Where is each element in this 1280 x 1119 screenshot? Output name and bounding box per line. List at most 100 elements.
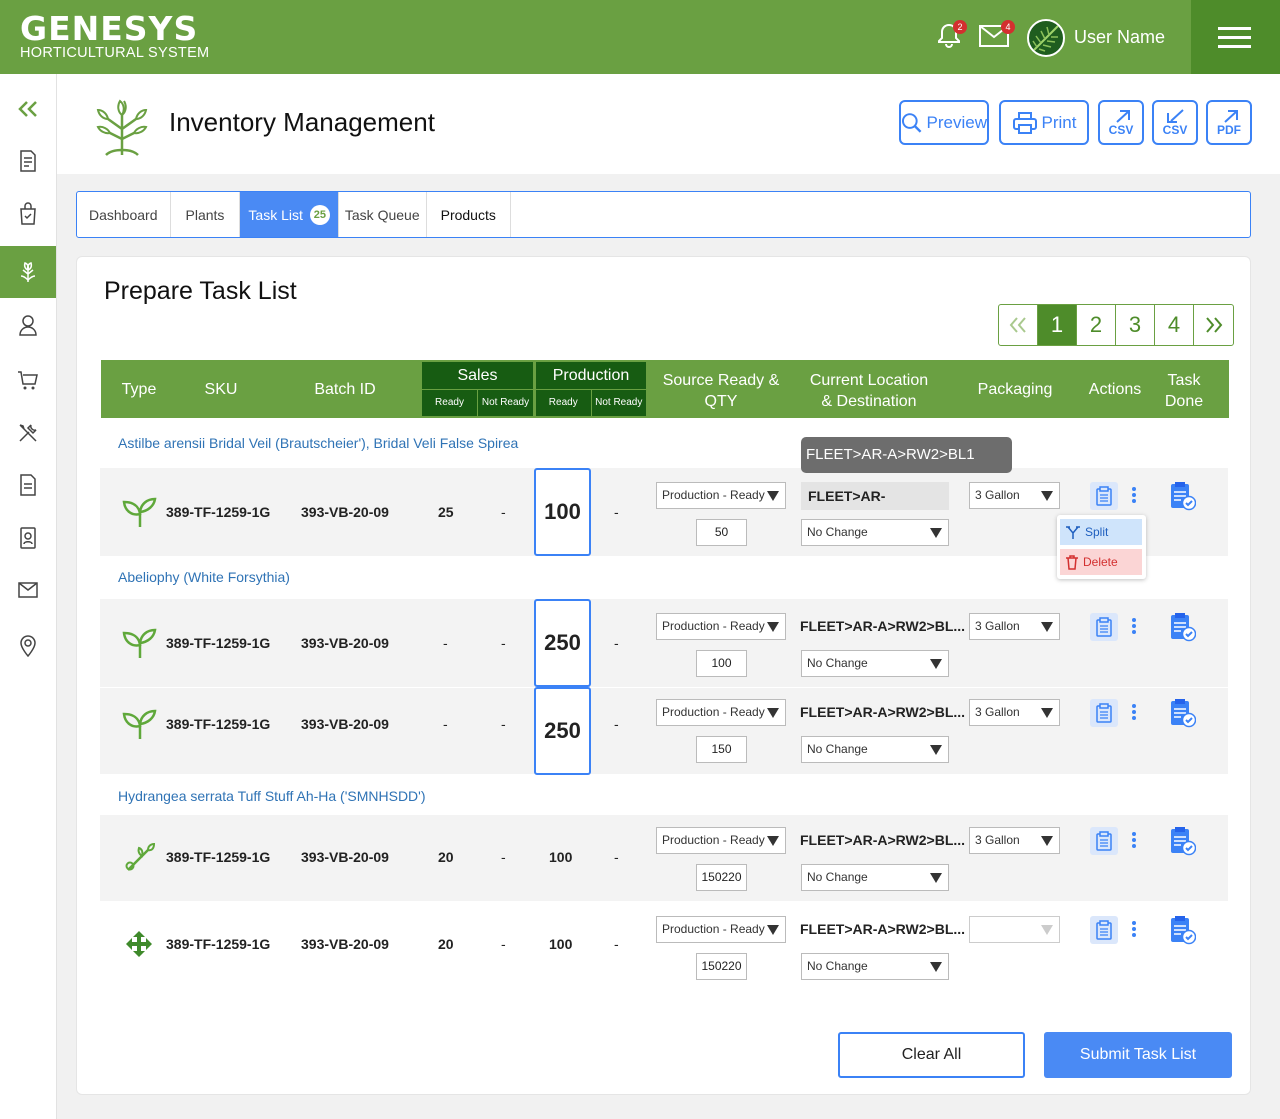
sidebar-item-reports[interactable] — [0, 146, 56, 176]
qty-input[interactable]: 50 — [696, 519, 747, 546]
submit-task-list-button[interactable]: Submit Task List — [1044, 1032, 1232, 1078]
destination-select[interactable]: No Change — [801, 519, 949, 546]
sidebar-item-documents[interactable] — [0, 470, 56, 500]
page-last-button[interactable] — [1194, 305, 1233, 345]
tab-task-list[interactable]: Task List 25 — [240, 192, 339, 237]
tab-products[interactable]: Products — [427, 192, 511, 237]
csv-import-button[interactable]: CSV — [1152, 100, 1198, 145]
sidebar — [0, 74, 57, 1119]
source-select[interactable]: Production - Ready — [656, 827, 786, 854]
destination-select[interactable]: No Change — [801, 953, 949, 980]
production-ready-cell[interactable]: 250 — [534, 687, 591, 775]
packaging-select[interactable]: 3 Gallon — [969, 699, 1060, 726]
section-title: Prepare Task List — [104, 277, 297, 305]
production-ready-cell[interactable]: 250 — [534, 599, 591, 687]
qty-input[interactable]: 150220 — [696, 864, 747, 891]
sidebar-item-messages[interactable] — [0, 575, 56, 605]
tree-logo-icon — [96, 99, 148, 156]
packaging-select[interactable] — [969, 916, 1060, 943]
production-ready-cell[interactable]: 100 — [534, 468, 591, 556]
source-select[interactable]: Production - Ready — [656, 613, 786, 640]
copy-task-button[interactable] — [1090, 827, 1118, 855]
qty-input[interactable]: 100 — [696, 650, 747, 677]
sidebar-item-contacts[interactable] — [0, 523, 56, 553]
row-menu-button[interactable] — [1131, 919, 1137, 939]
copy-task-button[interactable] — [1090, 699, 1118, 727]
location-cell[interactable]: FLEET>AR-A>RW2>BL... — [800, 832, 965, 848]
csv-export-button[interactable]: CSV — [1098, 100, 1144, 145]
task-done-icon[interactable] — [1170, 698, 1196, 728]
copy-task-button[interactable] — [1090, 916, 1118, 944]
page-first-button[interactable] — [999, 305, 1038, 345]
page-button[interactable]: 2 — [1077, 305, 1116, 345]
source-select[interactable]: Production - Ready — [656, 916, 786, 943]
preview-button[interactable]: Preview — [899, 100, 989, 145]
page-button[interactable]: 1 — [1038, 305, 1077, 345]
hamburger-menu-button[interactable] — [1191, 0, 1280, 74]
task-done-icon[interactable] — [1170, 826, 1196, 856]
split-menu-item[interactable]: Split — [1060, 519, 1142, 545]
tab-plants[interactable]: Plants — [171, 192, 241, 237]
notifications-button[interactable]: 2 — [937, 20, 967, 53]
avatar[interactable] — [1027, 19, 1065, 57]
location-cell[interactable]: FLEET>AR-A>RW2>... — [801, 482, 949, 532]
tab-dashboard[interactable]: Dashboard — [77, 192, 171, 237]
row-menu-button[interactable] — [1131, 702, 1137, 722]
destination-value: No Change — [807, 959, 868, 973]
destination-value: No Change — [807, 525, 868, 539]
pdf-export-button[interactable]: PDF — [1206, 100, 1252, 145]
sidebar-item-shipping[interactable] — [0, 365, 56, 395]
clear-all-button[interactable]: Clear All — [838, 1032, 1025, 1078]
plant-group-label[interactable]: Abeliophy (White Forsythia) — [118, 569, 290, 585]
tools-icon — [19, 424, 37, 442]
page-button[interactable]: 3 — [1116, 305, 1155, 345]
source-select[interactable]: Production - Ready — [656, 482, 786, 509]
destination-select[interactable]: No Change — [801, 650, 949, 677]
col-source-line1: Source Ready & — [662, 372, 780, 389]
row-menu-button[interactable] — [1131, 485, 1137, 505]
row-menu-button[interactable] — [1131, 616, 1137, 636]
copy-task-button[interactable] — [1090, 482, 1118, 510]
qty-input[interactable]: 150 — [696, 736, 747, 763]
print-button[interactable]: Print — [999, 100, 1089, 145]
col-batch: Batch ID — [314, 381, 376, 398]
sidebar-item-tools[interactable] — [0, 418, 56, 448]
task-done-icon[interactable] — [1170, 612, 1196, 642]
row-menu-button[interactable] — [1131, 830, 1137, 850]
production-not-ready-cell: - — [614, 504, 619, 520]
sprout-icon — [122, 628, 157, 658]
plant-group-label[interactable]: Astilbe arensii Bridal Veil (Brautscheie… — [118, 435, 518, 451]
mail-count: 4 — [1001, 20, 1015, 34]
packaging-select[interactable]: 3 Gallon — [969, 613, 1060, 640]
location-cell[interactable]: FLEET>AR-A>RW2>BL... — [800, 921, 965, 937]
messages-button[interactable]: 4 — [979, 20, 1015, 52]
tab-task-queue[interactable]: Task Queue — [339, 192, 427, 237]
task-done-icon[interactable] — [1170, 481, 1196, 511]
packaging-select[interactable]: 3 Gallon — [969, 482, 1060, 509]
destination-select[interactable]: No Change — [801, 864, 949, 891]
sku-cell: 389-TF-1259-1G — [166, 635, 271, 651]
dropdown-arrow-icon — [1041, 491, 1053, 501]
page-button[interactable]: 4 — [1155, 305, 1194, 345]
plant-group-label[interactable]: Hydrangea serrata Tuff Stuff Ah-Ha ('SMN… — [118, 788, 426, 804]
copy-task-button[interactable] — [1090, 613, 1118, 641]
source-select[interactable]: Production - Ready — [656, 699, 786, 726]
sidebar-item-customers[interactable] — [0, 310, 56, 340]
task-done-icon[interactable] — [1170, 915, 1196, 945]
user-name[interactable]: User Name — [1074, 27, 1165, 48]
sidebar-item-locations[interactable] — [0, 630, 56, 660]
sidebar-collapse[interactable] — [0, 94, 56, 124]
app-logo[interactable]: GENESYS HORTICULTURAL SYSTEM — [20, 12, 209, 61]
dropdown-arrow-icon — [930, 873, 942, 883]
delete-menu-item[interactable]: Delete — [1060, 549, 1142, 575]
location-cell[interactable]: FLEET>AR-A>RW2>BL... — [800, 618, 965, 634]
source-value: Production - Ready — [662, 488, 765, 502]
location-cell[interactable]: FLEET>AR-A>RW2>BL... — [800, 704, 965, 720]
packaging-select[interactable]: 3 Gallon — [969, 827, 1060, 854]
qty-input[interactable]: 150220 — [696, 953, 747, 980]
dropdown-arrow-icon — [930, 962, 942, 972]
sidebar-item-orders[interactable] — [0, 199, 56, 229]
sidebar-item-inventory[interactable] — [0, 246, 56, 298]
destination-select[interactable]: No Change — [801, 736, 949, 763]
sales-ready-cell: 20 — [438, 849, 454, 865]
